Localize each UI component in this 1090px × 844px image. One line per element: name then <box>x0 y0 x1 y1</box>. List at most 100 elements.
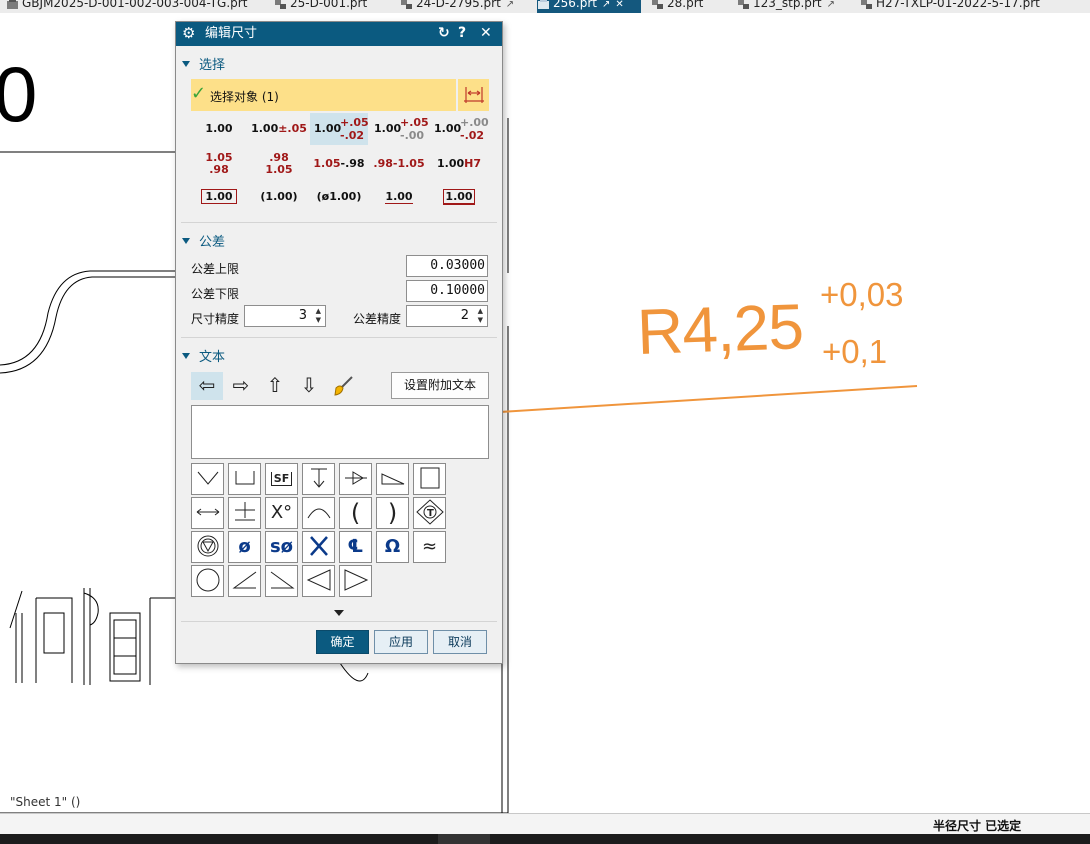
format-not-to-scale[interactable]: 1.00 <box>370 181 428 213</box>
format-basic[interactable]: 1.00 <box>191 181 247 213</box>
square-symbol-icon[interactable] <box>413 463 446 495</box>
drawing-canvas[interactable]: 0 R4,25 +0,03 +0,1 "Sheet 1" () <box>0 13 1090 813</box>
tab-label: 25-D-001.prt <box>290 0 368 10</box>
statistical-tolerance-icon[interactable] <box>191 531 224 563</box>
tab-close-icon[interactable]: ✕ <box>615 0 623 10</box>
section-text-header[interactable]: 文本 <box>182 346 225 365</box>
text-before-left-arrow-icon[interactable]: ⇦ <box>191 372 223 400</box>
diameter-symbol-icon[interactable]: ø <box>228 531 261 563</box>
plus-minus-symbol-icon[interactable] <box>228 497 261 529</box>
lower-tolerance-label: 公差下限 <box>191 287 240 301</box>
format-unilateral-plus[interactable]: 1.00 +.05 -.00 <box>370 113 429 145</box>
angle-symbol-icon[interactable] <box>228 565 261 597</box>
tab-gbjm2025[interactable]: GBJM2025-D-001-002-003-004-TG.prt <box>6 0 247 13</box>
dimension-upper-tolerance[interactable]: +0,03 <box>820 278 904 311</box>
assembly-file-icon <box>738 0 749 9</box>
collapse-triangle-icon <box>182 353 190 359</box>
popout-icon[interactable]: ↗ <box>506 0 514 10</box>
status-message: 半径尺寸 已选定 <box>933 819 1022 833</box>
approximately-symbol-icon[interactable]: ≈ <box>413 531 446 563</box>
degree-symbol-icon[interactable]: X° <box>265 497 298 529</box>
centerline-symbol-icon[interactable]: ℄ <box>339 531 372 563</box>
lower-tolerance-input[interactable]: 0.10000 <box>406 280 488 302</box>
select-object-label: 选择对象 (1) <box>210 90 279 104</box>
text-after-right-arrow-icon[interactable]: ⇨ <box>225 372 257 400</box>
format-unilateral-minus[interactable]: 1.00 +.00 -.02 <box>430 113 489 145</box>
format-limit-one-line-large[interactable]: 1.05-.98 <box>310 148 368 180</box>
format-reference-diameter[interactable]: (ø1.00) <box>310 181 368 213</box>
assembly-file-icon <box>275 0 286 9</box>
nx-window: GBJM2025-D-001-002-003-004-TG.prt 25-D-0… <box>0 0 1090 844</box>
cancel-button[interactable]: 取消 <box>433 630 487 654</box>
tab-24-d-2795[interactable]: 24-D-2795.prt ↗ <box>400 0 514 13</box>
tab-123-stp[interactable]: 123_stp.prt ↗ <box>737 0 835 13</box>
tab-25-d-001[interactable]: 25-D-001.prt <box>274 0 367 13</box>
collapse-triangle-icon <box>182 61 190 67</box>
cross-symbol-icon[interactable] <box>302 531 335 563</box>
clear-text-brush-icon[interactable] <box>327 372 359 400</box>
reset-icon[interactable]: ↻ <box>438 24 450 42</box>
all-around-symbol-icon[interactable] <box>191 463 224 495</box>
depth-symbol-icon[interactable] <box>302 463 335 495</box>
spherical-diameter-icon[interactable]: sø <box>265 531 298 563</box>
dimension-lower-tolerance[interactable]: +0,1 <box>822 335 887 368</box>
taskbar-slot[interactable] <box>438 834 490 844</box>
format-limit-large-first[interactable]: 1.05 .98 <box>191 148 247 180</box>
assembly-file-icon <box>652 0 663 9</box>
tab-256-active[interactable]: 256.prt ↗ ✕ <box>537 0 641 13</box>
format-reference[interactable]: (1.00) <box>250 181 308 213</box>
popout-icon[interactable]: ↗ <box>827 0 835 10</box>
appended-text-area[interactable] <box>191 405 489 459</box>
dimension-precision-stepper[interactable]: 3 ▲ ▼ <box>244 305 326 327</box>
format-fit[interactable]: 1.00H7 <box>430 148 488 180</box>
tab-label: 28.prt <box>667 0 704 10</box>
apply-button[interactable]: 应用 <box>374 630 428 654</box>
format-limit-one-line-small[interactable]: .98-1.05 <box>370 148 428 180</box>
text-above-up-arrow-icon[interactable]: ⇧ <box>259 372 291 400</box>
ok-button[interactable]: 确定 <box>316 630 369 654</box>
expand-more-chevron-icon[interactable] <box>334 610 344 616</box>
edit-dimension-dialog: ⚙ 编辑尺寸 ↻ ? ✕ 选择 ✓ 选择对象 (1) 1.00 1.00±.05 <box>175 21 503 664</box>
help-icon[interactable]: ? <box>458 24 466 42</box>
format-limit-small-first[interactable]: .98 1.05 <box>250 148 308 180</box>
select-dimension-button[interactable] <box>457 79 489 111</box>
set-appended-text-button[interactable]: 设置附加文本 <box>391 372 489 399</box>
svg-text:T: T <box>427 508 434 519</box>
dialog-title: 编辑尺寸 <box>205 26 258 41</box>
brush-icon <box>334 376 353 396</box>
close-paren-symbol-icon[interactable]: ) <box>376 497 409 529</box>
countersink-symbol-icon[interactable] <box>339 463 372 495</box>
tolerance-precision-stepper[interactable]: 2 ▲ ▼ <box>406 305 488 327</box>
tab-28[interactable]: 28.prt <box>651 0 703 13</box>
format-basic-not-to-scale[interactable]: 1.00 <box>430 181 488 213</box>
tangent-plane-diamond-icon[interactable]: T <box>413 497 446 529</box>
section-select-header[interactable]: 选择 <box>182 54 225 73</box>
format-bilateral-equal[interactable]: 1.00±.05 <box>250 113 308 145</box>
stepper-arrows-icon[interactable]: ▲ ▼ <box>316 307 321 325</box>
slope-symbol-icon[interactable] <box>376 463 409 495</box>
dimension-leader-line[interactable] <box>499 385 918 413</box>
format-bilateral-unequal[interactable]: 1.00 +.05 -.02 <box>310 113 369 145</box>
right-triangle-symbol-icon[interactable] <box>339 565 372 597</box>
popout-icon[interactable]: ↗ <box>602 0 610 10</box>
radius-dimension-value[interactable]: R4,25 <box>636 290 804 368</box>
arc-length-arrows-icon[interactable] <box>191 497 224 529</box>
omega-symbol-icon[interactable]: Ω <box>376 531 409 563</box>
left-triangle-symbol-icon[interactable] <box>302 565 335 597</box>
close-icon[interactable]: ✕ <box>480 24 492 42</box>
upper-tolerance-label: 公差上限 <box>191 262 240 276</box>
spotface-symbol-icon[interactable]: SF <box>265 463 298 495</box>
open-paren-symbol-icon[interactable]: ( <box>339 497 372 529</box>
counterbore-symbol-icon[interactable] <box>228 463 261 495</box>
dialog-title-bar[interactable]: ⚙ 编辑尺寸 ↻ ? ✕ <box>176 22 502 46</box>
select-object-row[interactable]: ✓ 选择对象 (1) <box>191 79 456 111</box>
text-below-down-arrow-icon[interactable]: ⇩ <box>293 372 325 400</box>
format-nominal[interactable]: 1.00 <box>191 113 247 145</box>
stepper-arrows-icon[interactable]: ▲ ▼ <box>478 307 483 325</box>
circle-symbol-icon[interactable] <box>191 565 224 597</box>
section-tolerance-header[interactable]: 公差 <box>182 231 225 250</box>
arc-symbol-icon[interactable] <box>302 497 335 529</box>
tab-h27-txlp[interactable]: H27-TXLP-01-2022-5-17.prt <box>860 0 1040 13</box>
angle-reversed-symbol-icon[interactable] <box>265 565 298 597</box>
upper-tolerance-input[interactable]: 0.03000 <box>406 255 488 277</box>
